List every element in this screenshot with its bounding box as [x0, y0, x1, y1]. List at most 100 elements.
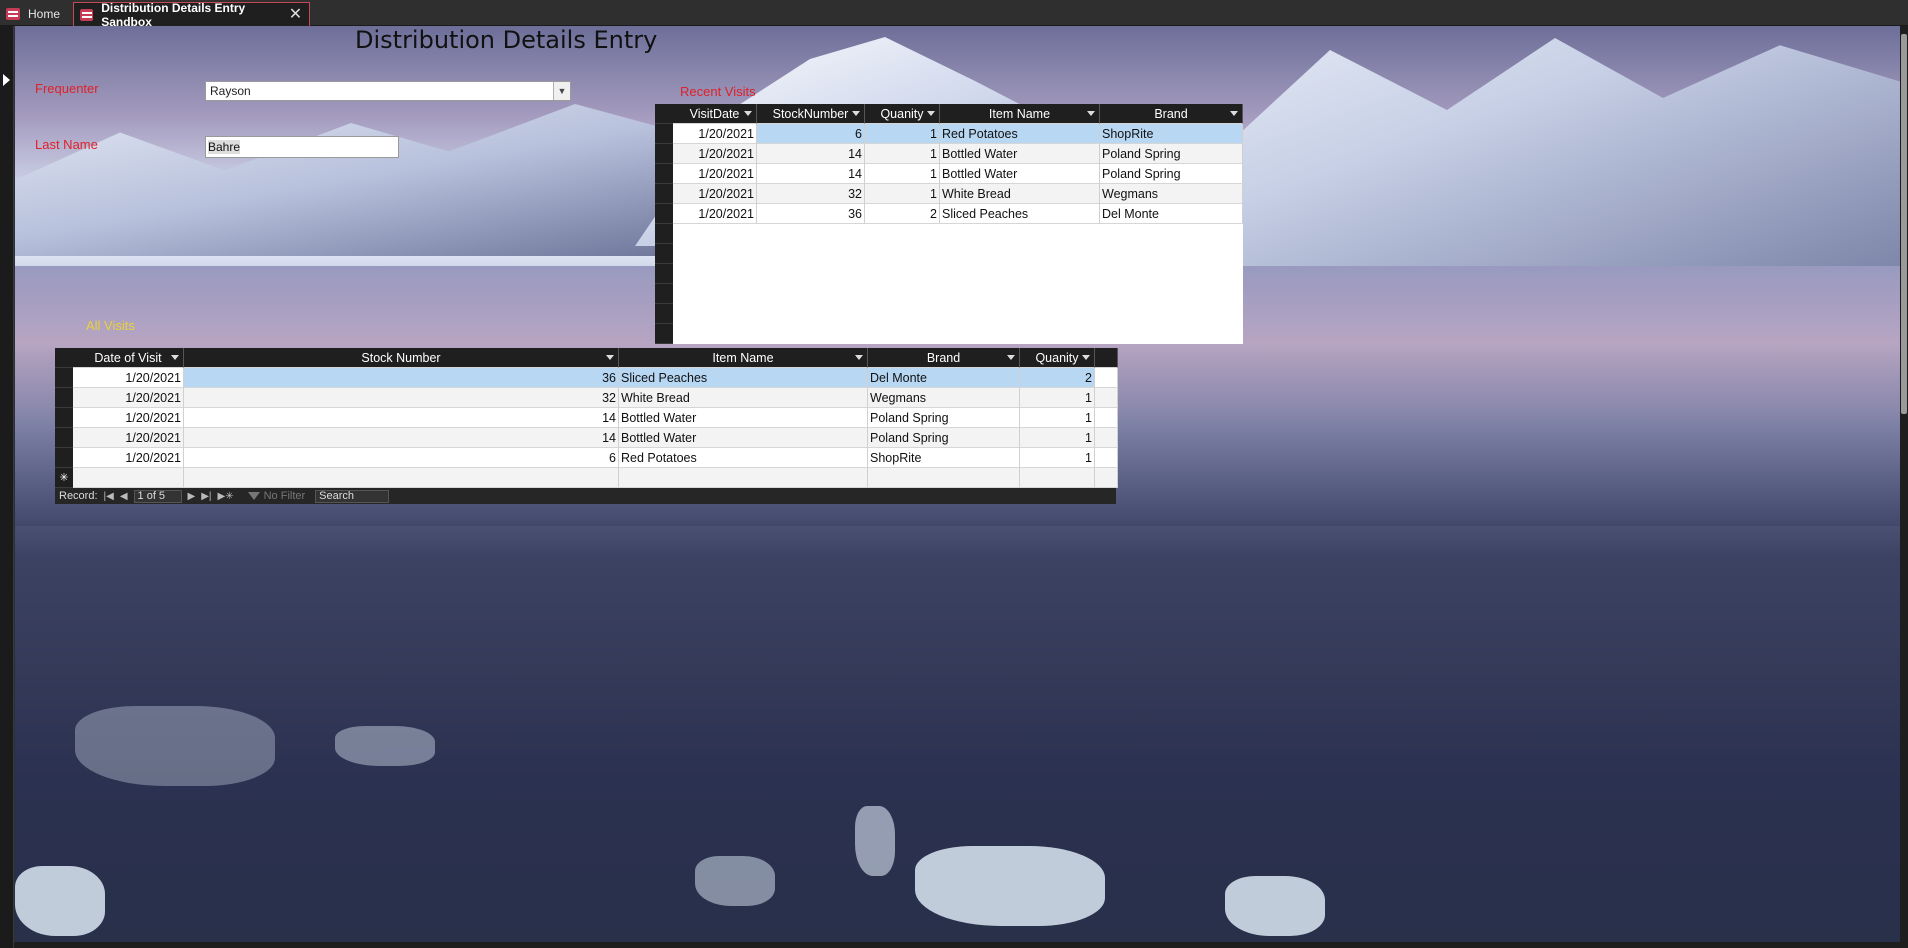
cell-date-of-visit[interactable]: 1/20/2021 — [73, 388, 184, 408]
cell-date-of-visit[interactable]: 1/20/2021 — [73, 368, 184, 388]
row-selector[interactable] — [655, 124, 673, 144]
column-header-stocknumber[interactable]: StockNumber — [757, 104, 865, 124]
column-header-quanity[interactable]: Quanity — [1020, 348, 1095, 368]
table-row[interactable]: 1/20/2021 36 2 Sliced Peaches Del Monte — [655, 204, 1243, 224]
row-selector[interactable] — [655, 284, 673, 304]
new-cell[interactable] — [73, 468, 184, 488]
record-selector-bar[interactable] — [0, 26, 14, 948]
row-selector[interactable] — [55, 388, 73, 408]
row-selector[interactable] — [655, 204, 673, 224]
scrollbar-thumb[interactable] — [1901, 34, 1907, 414]
next-record-icon[interactable]: ▶ — [188, 491, 196, 502]
cell-item-name[interactable]: Red Potatoes — [940, 124, 1100, 144]
new-cell[interactable] — [619, 468, 868, 488]
cell-brand[interactable]: ShopRite — [1100, 124, 1243, 144]
row-selector[interactable] — [55, 408, 73, 428]
table-row[interactable]: 1/20/2021 14 1 Bottled Water Poland Spri… — [655, 164, 1243, 184]
cell-stocknumber[interactable]: 14 — [757, 144, 865, 164]
select-all-corner[interactable] — [55, 348, 73, 368]
column-header-brand[interactable]: Brand — [868, 348, 1020, 368]
cell-brand[interactable]: Wegmans — [868, 388, 1020, 408]
cell-stocknumber[interactable]: 36 — [757, 204, 865, 224]
last-name-field[interactable]: Bahre — [205, 136, 399, 158]
cell-brand[interactable]: Poland Spring — [868, 428, 1020, 448]
cell-quanity[interactable]: 1 — [865, 124, 940, 144]
table-row[interactable]: 1/20/2021 14 1 Bottled Water Poland Spri… — [655, 144, 1243, 164]
cell-brand[interactable]: ShopRite — [868, 448, 1020, 468]
cell-stocknumber[interactable]: 6 — [757, 124, 865, 144]
close-icon[interactable]: ✕ — [288, 6, 303, 23]
filter-toggle[interactable]: No Filter — [247, 490, 305, 502]
tab-distribution-details-entry-sandbox[interactable]: Distribution Details Entry Sandbox ✕ — [73, 1, 310, 29]
table-row[interactable]: 1/20/2021 32 1 White Bread Wegmans — [655, 184, 1243, 204]
cell-brand[interactable]: Del Monte — [1100, 204, 1243, 224]
vertical-scrollbar[interactable] — [1900, 26, 1908, 948]
cell-item-name[interactable]: White Bread — [619, 388, 868, 408]
current-record-field[interactable]: 1 of 5 — [133, 489, 182, 503]
row-selector[interactable] — [55, 448, 73, 468]
column-header-item-name[interactable]: Item Name — [940, 104, 1100, 124]
row-selector[interactable] — [655, 184, 673, 204]
row-selector[interactable] — [655, 164, 673, 184]
new-cell[interactable] — [868, 468, 1020, 488]
row-selector[interactable] — [55, 368, 73, 388]
cell-brand[interactable]: Poland Spring — [1100, 164, 1243, 184]
cell-item-name[interactable]: Sliced Peaches — [619, 368, 868, 388]
cell-brand[interactable]: Wegmans — [1100, 184, 1243, 204]
column-header-item-name[interactable]: Item Name — [619, 348, 868, 368]
search-input[interactable]: Search — [315, 489, 390, 503]
chevron-down-icon[interactable]: ▼ — [553, 82, 570, 100]
cell-item-name[interactable]: Bottled Water — [619, 408, 868, 428]
new-record-button-icon[interactable]: ▶✳ — [218, 491, 234, 502]
new-cell[interactable] — [184, 468, 619, 488]
cell-quanity[interactable]: 1 — [1020, 448, 1095, 468]
table-row[interactable]: 1/20/2021 6 1 Red Potatoes ShopRite — [655, 124, 1243, 144]
all-visits-datasheet[interactable]: Date of Visit Stock Number Item Name Bra… — [55, 348, 1118, 518]
cell-quanity[interactable]: 1 — [1020, 388, 1095, 408]
cell-visitdate[interactable]: 1/20/2021 — [673, 144, 757, 164]
cell-visitdate[interactable]: 1/20/2021 — [673, 204, 757, 224]
cell-quanity[interactable]: 1 — [865, 164, 940, 184]
row-selector[interactable] — [655, 304, 673, 324]
cell-stock-number[interactable]: 6 — [184, 448, 619, 468]
column-header-visitdate[interactable]: VisitDate — [673, 104, 757, 124]
table-row[interactable]: 1/20/2021 14 Bottled Water Poland Spring… — [55, 408, 1118, 428]
column-header-brand[interactable]: Brand — [1100, 104, 1243, 124]
cell-stock-number[interactable]: 14 — [184, 408, 619, 428]
cell-brand[interactable]: Poland Spring — [1100, 144, 1243, 164]
cell-quanity[interactable]: 2 — [1020, 368, 1095, 388]
cell-item-name[interactable]: Bottled Water — [619, 428, 868, 448]
cell-visitdate[interactable]: 1/20/2021 — [673, 164, 757, 184]
cell-quanity[interactable]: 1 — [1020, 408, 1095, 428]
cell-item-name[interactable]: Red Potatoes — [619, 448, 868, 468]
new-record-icon[interactable]: ✳ — [55, 468, 73, 488]
cell-quanity[interactable]: 1 — [1020, 428, 1095, 448]
horizontal-scrollbar[interactable] — [14, 942, 1900, 948]
cell-date-of-visit[interactable]: 1/20/2021 — [73, 448, 184, 468]
table-row[interactable]: 1/20/2021 36 Sliced Peaches Del Monte 2 — [55, 368, 1118, 388]
cell-item-name[interactable]: Bottled Water — [940, 164, 1100, 184]
frequenter-combobox[interactable]: Rayson ▼ — [205, 81, 571, 101]
cell-item-name[interactable]: Bottled Water — [940, 144, 1100, 164]
cell-brand[interactable]: Poland Spring — [868, 408, 1020, 428]
new-cell[interactable] — [1020, 468, 1095, 488]
cell-item-name[interactable]: Sliced Peaches — [940, 204, 1100, 224]
cell-quanity[interactable]: 1 — [865, 184, 940, 204]
first-record-icon[interactable]: |◀ — [104, 491, 114, 502]
recent-visits-datasheet[interactable]: VisitDate StockNumber Quanity Item Name … — [655, 104, 1243, 344]
cell-item-name[interactable]: White Bread — [940, 184, 1100, 204]
cell-visitdate[interactable]: 1/20/2021 — [673, 124, 757, 144]
new-record-row[interactable]: ✳ — [55, 468, 1118, 488]
cell-stock-number[interactable]: 14 — [184, 428, 619, 448]
cell-quanity[interactable]: 2 — [865, 204, 940, 224]
cell-date-of-visit[interactable]: 1/20/2021 — [73, 408, 184, 428]
tab-home[interactable]: Home — [0, 2, 74, 26]
column-header-stock-number[interactable]: Stock Number — [184, 348, 619, 368]
row-selector[interactable] — [655, 224, 673, 244]
row-selector[interactable] — [655, 144, 673, 164]
cell-quanity[interactable]: 1 — [865, 144, 940, 164]
row-selector[interactable] — [655, 244, 673, 264]
cell-stocknumber[interactable]: 32 — [757, 184, 865, 204]
cell-stock-number[interactable]: 36 — [184, 368, 619, 388]
select-all-corner[interactable] — [655, 104, 673, 124]
